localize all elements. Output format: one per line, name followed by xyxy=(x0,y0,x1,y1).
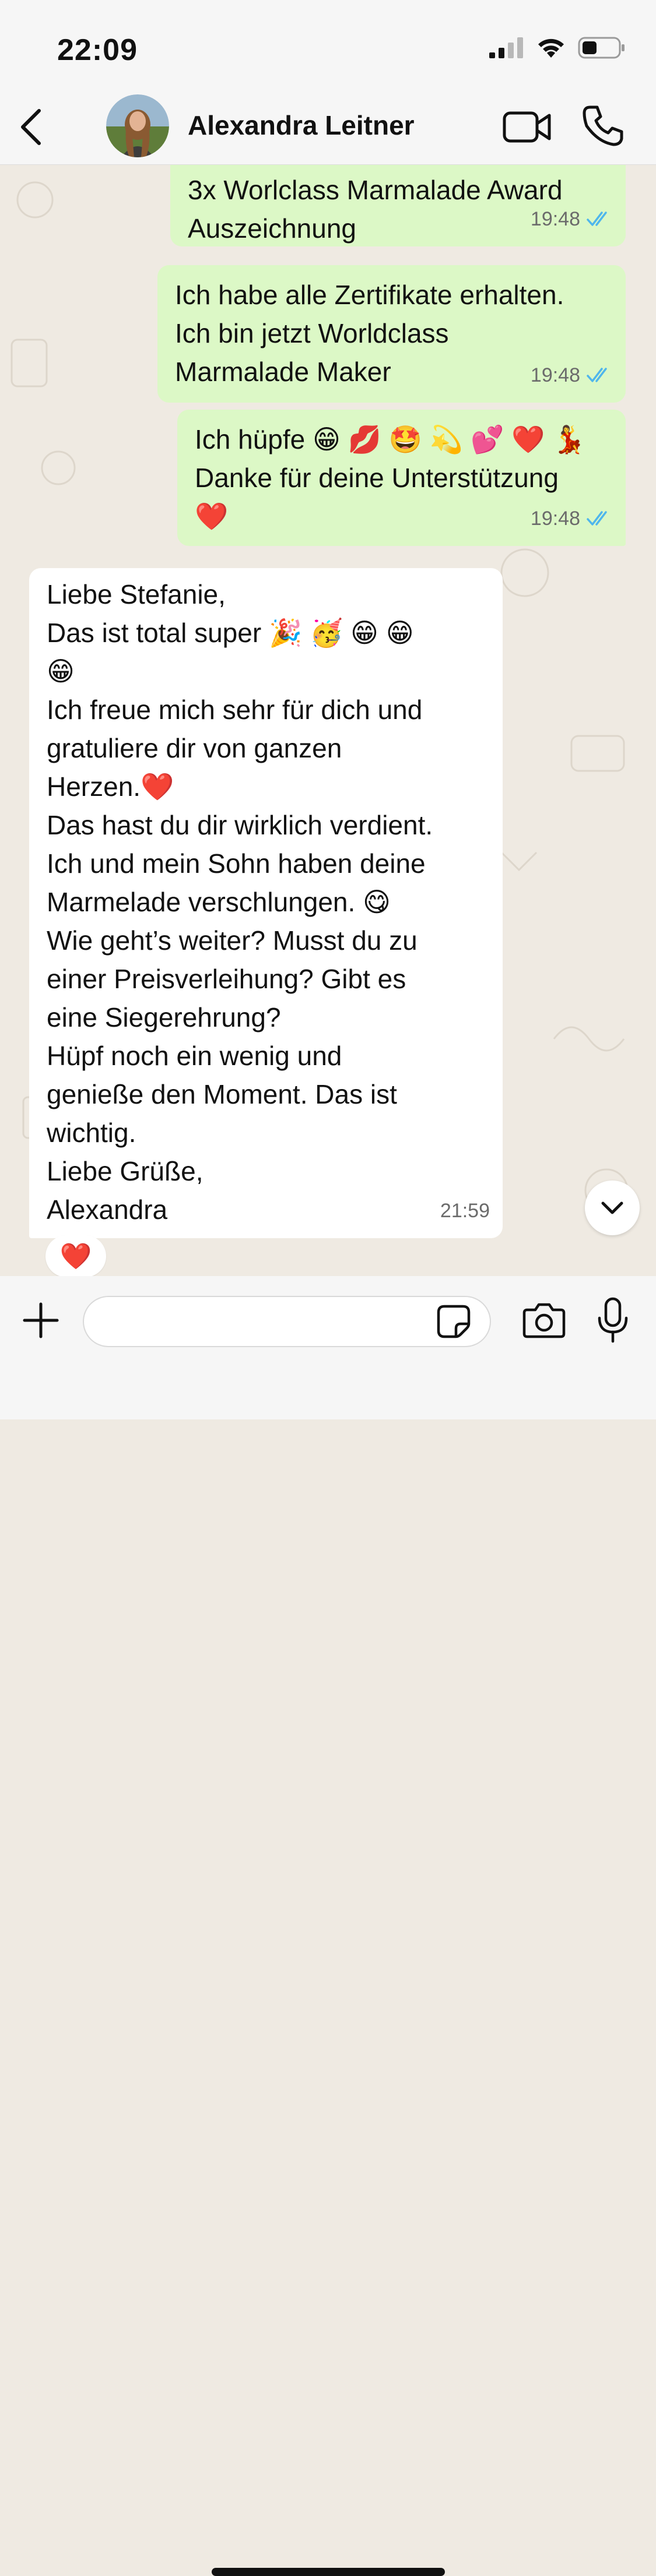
status-time: 22:09 xyxy=(57,33,138,67)
contact-avatar[interactable] xyxy=(106,94,169,157)
outgoing-message[interactable]: Ich hüpfe 😁 💋 🤩 💫 💕 ❤️ 💃 Danke für deine… xyxy=(177,410,626,546)
message-meta: 19:48 xyxy=(531,499,613,538)
system-icons xyxy=(488,36,626,59)
sticker-button[interactable] xyxy=(436,1304,471,1339)
camera-button[interactable] xyxy=(522,1302,566,1339)
plus-icon xyxy=(23,1302,59,1338)
double-check-icon xyxy=(587,368,607,382)
camera-icon xyxy=(522,1303,566,1338)
back-button[interactable] xyxy=(10,104,51,150)
message-time: 21:59 xyxy=(440,1200,490,1222)
wifi-icon xyxy=(538,38,564,58)
outgoing-message[interactable]: 3x Worlclass Marmalade Award Auszeichnun… xyxy=(170,165,626,246)
message-meta: 21:59 xyxy=(440,1192,490,1230)
message-list[interactable]: 3x Worlclass Marmalade Award Auszeichnun… xyxy=(0,165,656,1276)
voice-message-button[interactable] xyxy=(596,1297,630,1344)
message-input[interactable] xyxy=(83,1296,491,1347)
sticker-icon xyxy=(437,1305,471,1338)
video-call-button[interactable] xyxy=(503,108,552,146)
chevron-down-icon xyxy=(601,1201,623,1214)
microphone-icon xyxy=(598,1297,628,1343)
double-check-icon xyxy=(587,212,607,226)
voice-call-button[interactable] xyxy=(582,105,624,147)
scroll-to-bottom-button[interactable] xyxy=(585,1180,640,1235)
outgoing-message[interactable]: Ich habe alle Zertifikate erhalten. Ich … xyxy=(157,265,626,403)
contact-name[interactable]: Alexandra Leitner xyxy=(188,110,415,141)
message-time: 19:48 xyxy=(530,364,580,386)
attach-button[interactable] xyxy=(22,1302,59,1339)
message-meta: 19:48 xyxy=(531,356,613,394)
back-chevron-icon xyxy=(21,109,41,145)
incoming-message[interactable]: Liebe Stefanie, Das ist total super 🎉 🥳 … xyxy=(29,568,503,1238)
signal-icon xyxy=(489,37,523,58)
composer-bar xyxy=(0,1276,656,2576)
phone-icon xyxy=(583,105,623,146)
home-indicator xyxy=(212,2568,445,2576)
double-check-icon xyxy=(587,511,607,526)
message-reaction[interactable]: ❤️ xyxy=(45,1235,106,1277)
message-time: 19:48 xyxy=(530,508,580,530)
video-camera-icon xyxy=(503,111,551,143)
message-time: 19:48 xyxy=(530,208,580,230)
status-bar: 22:09 xyxy=(0,0,656,87)
avatar-photo xyxy=(106,94,169,157)
message-text: Liebe Stefanie, Das ist total super 🎉 🥳 … xyxy=(47,579,433,1225)
battery-icon xyxy=(578,37,625,59)
chat-header: Alexandra Leitner xyxy=(0,87,656,165)
message-meta: 19:48 xyxy=(531,200,613,238)
